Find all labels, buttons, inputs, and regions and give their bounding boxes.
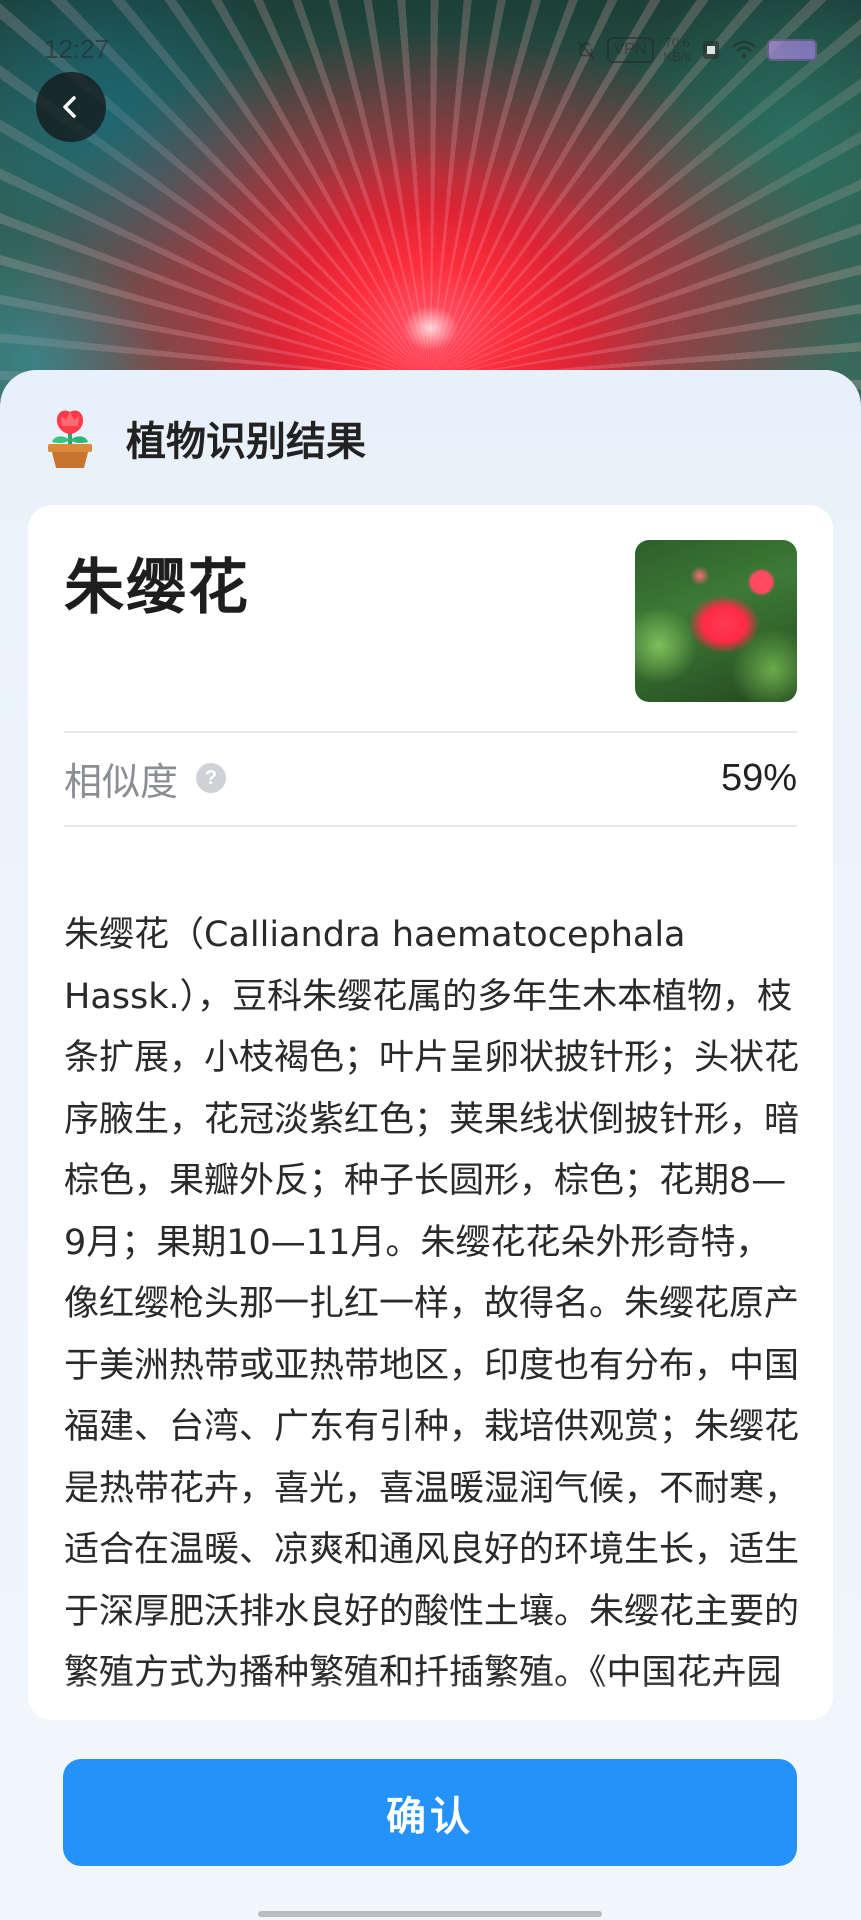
wifi-icon bbox=[732, 40, 756, 59]
result-sheet: 植物识别结果 朱缨花 相似度 ? 59% 朱缨花（Calliandra haem… bbox=[0, 370, 861, 1920]
battery-icon bbox=[767, 39, 817, 61]
sim-card-icon bbox=[703, 41, 719, 59]
divider bbox=[64, 825, 797, 827]
plant-description: 朱缨花（Calliandra haematocephala Hassk.），豆科… bbox=[64, 915, 800, 1693]
potted-plant-icon bbox=[48, 410, 92, 468]
network-speed-unit: KB/s bbox=[663, 49, 691, 64]
network-speed-value: 70.6 bbox=[664, 35, 690, 50]
confirm-button[interactable]: 确认 bbox=[63, 1759, 797, 1866]
home-indicator[interactable] bbox=[258, 1911, 602, 1917]
sheet-header: 植物识别结果 bbox=[40, 406, 366, 470]
mute-icon bbox=[577, 41, 594, 59]
plant-name: 朱缨花 bbox=[64, 553, 250, 623]
status-time: 12:27 bbox=[44, 34, 110, 64]
status-icons: VPN 70.6 KB/s bbox=[575, 36, 817, 64]
network-speed: 70.6 KB/s bbox=[664, 36, 691, 64]
similarity-value: 59% bbox=[720, 756, 797, 799]
vpn-badge: VPN bbox=[606, 37, 654, 63]
similarity-row: 相似度 ? 59% bbox=[64, 731, 797, 825]
chevron-left-icon bbox=[63, 96, 76, 118]
scroll-fade bbox=[28, 1680, 833, 1720]
sheet-title: 植物识别结果 bbox=[126, 419, 366, 465]
back-button[interactable] bbox=[36, 72, 106, 142]
similarity-label: 相似度 bbox=[64, 759, 179, 804]
help-icon[interactable]: ? bbox=[196, 763, 227, 793]
plant-thumbnail[interactable] bbox=[635, 540, 797, 702]
result-card: 朱缨花 相似度 ? 59% 朱缨花（Calliandra haematoceph… bbox=[28, 505, 833, 1720]
